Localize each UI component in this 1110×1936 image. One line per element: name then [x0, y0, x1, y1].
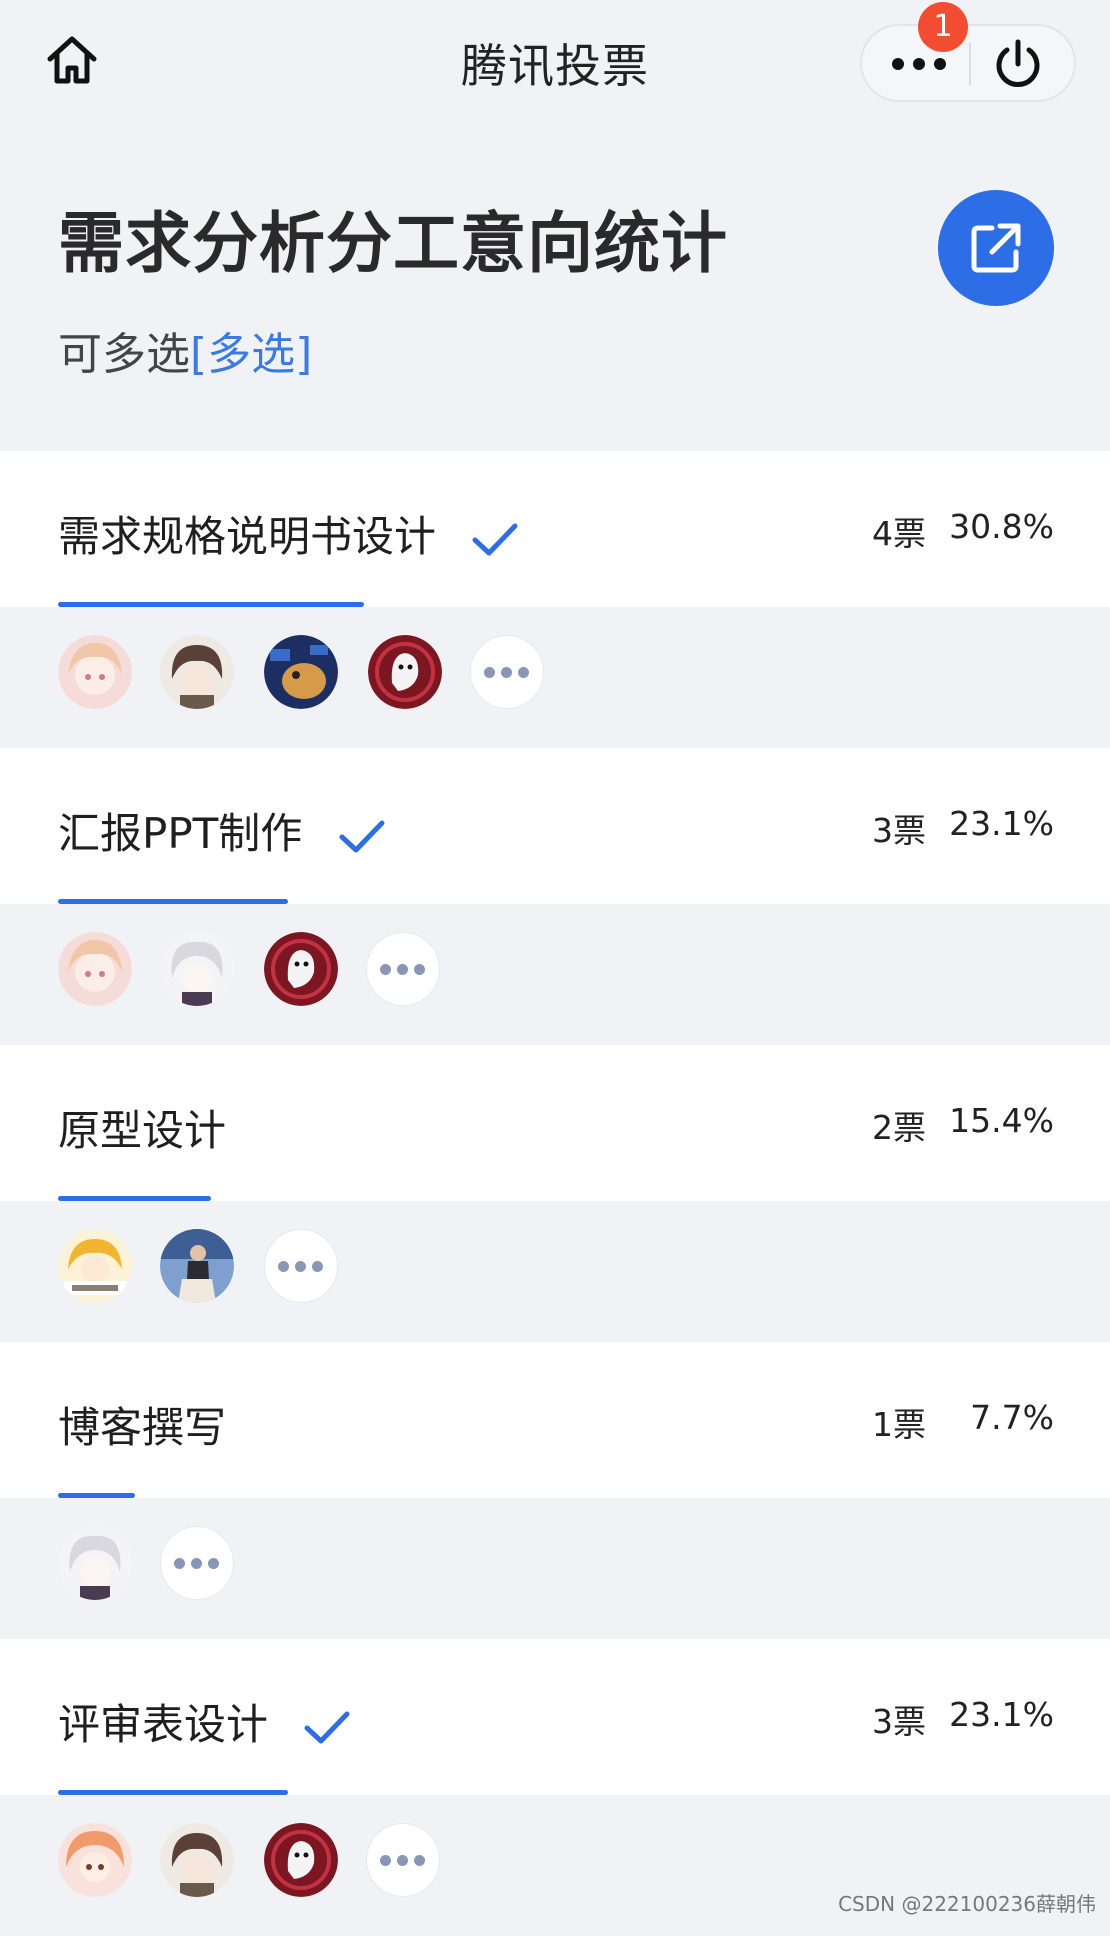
top-bar: 腾讯投票 1: [0, 0, 1110, 125]
mini-program-capsule: [860, 24, 1076, 102]
poll-options: 需求规格说明书设计 4票 30.8% 汇报PPT制作 3票 23.1% 原型设计…: [0, 451, 1110, 1936]
option-label: 汇报PPT制作: [58, 809, 303, 858]
option-label: 博客撰写: [58, 1403, 227, 1452]
progress-bar: [58, 1493, 135, 1498]
progress-track: [58, 602, 1054, 607]
option-percent: 15.4%: [949, 1101, 1054, 1140]
poll-option: 博客撰写 1票 7.7%: [0, 1342, 1110, 1639]
check-icon: [339, 820, 385, 852]
option-label: 需求规格说明书设计: [58, 512, 437, 561]
option-row[interactable]: 评审表设计 3票 23.1%: [0, 1639, 1110, 1795]
option-votes: 3票: [872, 811, 926, 850]
check-icon: [472, 523, 518, 555]
option-row[interactable]: 原型设计 2票 15.4%: [0, 1045, 1110, 1201]
check-icon: [304, 1711, 350, 1743]
option-votes: 3票: [872, 1702, 926, 1741]
option-label-wrap: 原型设计: [58, 1097, 226, 1158]
avatar[interactable]: [58, 1526, 132, 1600]
option-label-wrap: 需求规格说明书设计: [58, 503, 519, 564]
option-label-wrap: 博客撰写: [58, 1394, 226, 1455]
option-label-wrap: 汇报PPT制作: [58, 800, 386, 861]
avatar[interactable]: [58, 932, 132, 1006]
notification-badge: 1: [918, 2, 968, 52]
watermark: CSDN @222100236薛朝伟: [838, 1892, 1096, 1916]
progress-track: [58, 1196, 1054, 1201]
option-percent: 23.1%: [949, 1695, 1054, 1734]
avatar[interactable]: [160, 1823, 234, 1897]
option-percent: 23.1%: [949, 804, 1054, 843]
more-voters-button[interactable]: [470, 635, 544, 709]
option-row[interactable]: 博客撰写 1票 7.7%: [0, 1342, 1110, 1498]
option-row[interactable]: 需求规格说明书设计 4票 30.8%: [0, 451, 1110, 607]
poll-option: 需求规格说明书设计 4票 30.8%: [0, 451, 1110, 748]
poll-option: 汇报PPT制作 3票 23.1%: [0, 748, 1110, 1045]
capsule-divider: [969, 42, 971, 86]
avatar[interactable]: [264, 932, 338, 1006]
share-external-icon: [971, 223, 1021, 273]
more-voters-button[interactable]: [264, 1229, 338, 1303]
option-label: 原型设计: [58, 1106, 227, 1155]
progress-bar: [58, 602, 364, 607]
progress-track: [58, 1790, 1054, 1795]
poll-subtitle-text: 可多选: [58, 329, 190, 380]
avatar[interactable]: [58, 635, 132, 709]
more-voters-button[interactable]: [160, 1526, 234, 1600]
option-percent: 7.7%: [970, 1398, 1054, 1437]
option-votes: 1票: [872, 1405, 926, 1444]
avatar[interactable]: [160, 932, 234, 1006]
poll-title: 需求分析分工意向统计: [58, 205, 728, 282]
progress-bar: [58, 1196, 211, 1201]
avatar[interactable]: [58, 1229, 132, 1303]
option-votes: 4票: [872, 514, 926, 553]
multi-select-tag: [多选]: [190, 329, 313, 380]
progress-bar: [58, 899, 288, 904]
power-icon[interactable]: [990, 38, 1046, 90]
avatar[interactable]: [160, 635, 234, 709]
option-label: 评审表设计: [58, 1700, 269, 1749]
avatar[interactable]: [264, 635, 338, 709]
avatar[interactable]: [368, 635, 442, 709]
poll-subtitle: 可多选[多选]: [58, 318, 312, 382]
option-label-wrap: 评审表设计: [58, 1691, 351, 1752]
progress-track: [58, 899, 1054, 904]
option-votes: 2票: [872, 1108, 926, 1147]
option-percent: 30.8%: [949, 507, 1054, 546]
progress-bar: [58, 1790, 288, 1795]
share-button[interactable]: [938, 190, 1054, 306]
poll-option: 原型设计 2票 15.4%: [0, 1045, 1110, 1342]
more-voters-button[interactable]: [366, 932, 440, 1006]
avatar[interactable]: [264, 1823, 338, 1897]
option-row[interactable]: 汇报PPT制作 3票 23.1%: [0, 748, 1110, 904]
avatar[interactable]: [160, 1229, 234, 1303]
progress-track: [58, 1493, 1054, 1498]
more-voters-button[interactable]: [366, 1823, 440, 1897]
avatar[interactable]: [58, 1823, 132, 1897]
